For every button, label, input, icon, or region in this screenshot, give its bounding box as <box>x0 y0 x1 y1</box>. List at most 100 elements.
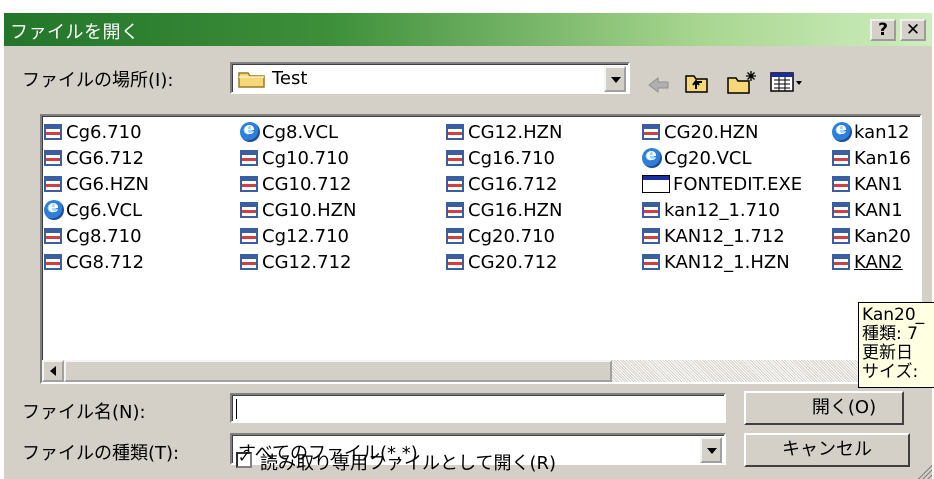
file-item[interactable]: KAN2 <box>832 250 903 274</box>
file-item[interactable]: CG20.712 <box>446 250 558 274</box>
file-icon <box>240 176 258 192</box>
file-item[interactable]: CG16.712 <box>446 172 558 196</box>
file-name: Kan16 <box>854 147 911 169</box>
file-name: Cg16.710 <box>468 147 555 169</box>
text-cursor <box>236 399 237 419</box>
file-icon <box>446 254 464 270</box>
file-icon <box>446 124 464 140</box>
tooltip-line: サイズ: <box>862 362 919 382</box>
filename-input[interactable] <box>230 393 726 423</box>
file-item[interactable]: kan12_1.710 <box>642 198 780 222</box>
file-name: CG10.HZN <box>262 199 357 221</box>
file-item[interactable]: CG8.712 <box>44 250 144 274</box>
file-icon <box>642 228 660 244</box>
location-dropdown-button[interactable] <box>604 66 626 92</box>
file-item[interactable]: KAN1 <box>832 198 903 222</box>
scroll-thumb[interactable] <box>64 360 612 382</box>
file-list[interactable]: Cg6.710 CG6.712 CG6.HZN Cg6.VCL Cg8.710 … <box>42 116 920 360</box>
file-name: KAN1 <box>854 173 903 195</box>
file-name: CG20.712 <box>468 251 558 273</box>
file-item[interactable]: kan12 <box>832 119 909 144</box>
view-menu-icon[interactable] <box>770 71 804 93</box>
back-icon[interactable] <box>647 75 671 95</box>
file-item[interactable]: Kan16 <box>832 146 911 170</box>
file-item[interactable]: Cg12.710 <box>240 224 349 248</box>
file-name: CG6.HZN <box>66 173 150 195</box>
readonly-checkbox[interactable] <box>236 448 252 468</box>
file-item[interactable]: CG10.712 <box>240 172 352 196</box>
close-button[interactable]: ✕ <box>900 19 926 41</box>
file-icon <box>832 228 850 244</box>
cancel-button[interactable]: キャンセル <box>744 433 910 467</box>
file-icon <box>44 228 62 244</box>
file-item[interactable]: CG6.712 <box>44 146 144 170</box>
file-icon <box>832 254 850 270</box>
file-name: Cg12.710 <box>262 225 349 247</box>
new-folder-icon[interactable] <box>726 69 758 95</box>
file-name: KAN12_1.HZN <box>664 251 790 273</box>
file-item[interactable]: Cg6.710 <box>44 120 142 144</box>
file-name: Cg20.710 <box>468 225 555 247</box>
file-name: Kan20 <box>854 225 911 247</box>
file-item[interactable]: Kan20 <box>832 224 911 248</box>
file-name: KAN2 <box>854 251 903 273</box>
help-button[interactable]: ? <box>870 19 896 41</box>
file-icon <box>832 176 850 192</box>
horizontal-scrollbar[interactable] <box>42 360 920 382</box>
file-icon <box>446 150 464 166</box>
file-item[interactable]: KAN1 <box>832 172 903 196</box>
location-label: ファイルの場所(I): <box>22 70 174 91</box>
file-icon <box>44 124 62 140</box>
file-name: CG6.712 <box>66 147 145 169</box>
open-button[interactable]: 開く(O) <box>744 391 904 425</box>
resize-grip[interactable] <box>916 463 932 479</box>
open-file-dialog: ファイルを開く ? ✕ ファイルの場所(I): Test Cg6.710 CG6… <box>2 11 932 479</box>
file-item[interactable]: Cg16.710 <box>446 146 555 170</box>
title-bar[interactable]: ファイルを開く ? ✕ <box>4 13 932 46</box>
file-icon <box>44 150 62 166</box>
file-item[interactable]: Cg20.VCL <box>642 145 752 170</box>
folder-icon <box>238 72 265 88</box>
file-name: CG8.712 <box>66 251 145 273</box>
file-item[interactable]: Cg8.VCL <box>240 119 339 144</box>
file-item[interactable]: Cg20.710 <box>446 224 555 248</box>
location-combo[interactable]: Test <box>230 62 630 94</box>
tooltip-line: 更新日 <box>862 343 913 363</box>
ie-document-icon <box>832 119 852 142</box>
up-folder-icon[interactable] <box>684 71 710 95</box>
file-item[interactable]: CG20.HZN <box>642 120 758 144</box>
file-name: CG20.HZN <box>664 121 759 143</box>
file-item[interactable]: CG6.HZN <box>44 172 149 196</box>
file-item[interactable]: Cg8.710 <box>44 224 142 248</box>
file-item[interactable]: CG12.712 <box>240 250 352 274</box>
filetype-dropdown-button[interactable] <box>700 437 722 463</box>
file-item[interactable]: CG10.HZN <box>240 198 356 222</box>
file-name: CG16.712 <box>468 173 558 195</box>
file-item[interactable]: CG12.HZN <box>446 120 562 144</box>
ie-document-icon <box>642 145 662 168</box>
file-icon <box>44 176 62 192</box>
location-value: Test <box>272 68 308 89</box>
application-icon <box>642 175 670 193</box>
file-name: Cg8.VCL <box>262 121 339 143</box>
file-icon <box>642 124 660 140</box>
file-item[interactable]: Cg10.710 <box>240 146 349 170</box>
file-item[interactable]: Cg6.VCL <box>44 197 143 222</box>
file-icon <box>642 202 660 218</box>
file-icon <box>642 254 660 270</box>
file-name: CG16.HZN <box>468 199 563 221</box>
file-item[interactable]: KAN12_1.HZN <box>642 250 790 274</box>
scroll-left-button[interactable] <box>42 360 64 382</box>
ie-document-icon <box>44 197 64 220</box>
file-name: KAN1 <box>854 199 903 221</box>
file-item[interactable]: CG16.HZN <box>446 198 562 222</box>
file-name: Cg8.710 <box>66 225 142 247</box>
file-item[interactable]: FONTEDIT.EXE <box>642 172 802 196</box>
filetype-label: ファイルの種類(T): <box>22 443 180 464</box>
file-item[interactable]: KAN12_1.712 <box>642 224 785 248</box>
file-name: Cg6.VCL <box>66 199 143 221</box>
file-name: kan12_1.710 <box>664 199 780 221</box>
file-icon <box>240 202 258 218</box>
file-icon <box>446 202 464 218</box>
file-icon <box>44 254 62 270</box>
